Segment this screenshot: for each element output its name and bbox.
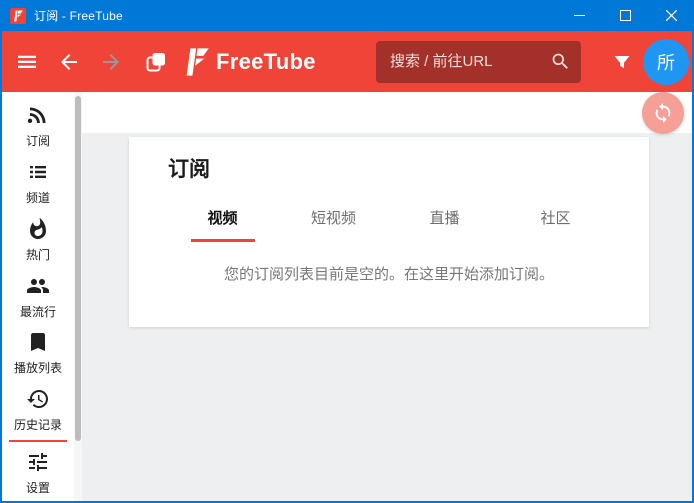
titlebar: 订阅 - FreeTube bbox=[0, 0, 694, 31]
logo-wordmark: FreeTube bbox=[216, 49, 316, 75]
sidebar-item-most-popular[interactable]: 最流行 bbox=[2, 268, 74, 325]
profile-avatar-label: 所 bbox=[657, 49, 675, 75]
profile-avatar[interactable]: 所 bbox=[643, 39, 689, 85]
forward-button-disabled[interactable] bbox=[97, 48, 125, 76]
sidebar: 订阅 频道 热门 bbox=[2, 92, 82, 501]
tab-videos[interactable]: 视频 bbox=[167, 205, 278, 242]
freetube-logo-icon bbox=[13, 10, 23, 22]
sidebar-item-channels[interactable]: 频道 bbox=[2, 155, 74, 212]
arrow-forward-icon bbox=[99, 50, 123, 74]
history-clock-icon bbox=[26, 387, 50, 411]
app-icon bbox=[10, 8, 26, 24]
search-icon[interactable] bbox=[550, 51, 571, 72]
sidebar-item-history[interactable]: 历史记录 bbox=[2, 382, 74, 439]
freetube-flag-icon bbox=[184, 47, 209, 77]
minimize-button[interactable] bbox=[556, 0, 602, 31]
sidebar-item-label: 频道 bbox=[26, 189, 50, 206]
maximize-icon bbox=[620, 10, 631, 21]
arrow-back-icon bbox=[57, 50, 81, 74]
sidebar-item-settings[interactable]: 设置 bbox=[2, 444, 74, 501]
sidebar-item-playlists[interactable]: 播放列表 bbox=[2, 325, 74, 382]
subscriptions-card: 订阅 视频 短视频 直播 bbox=[129, 137, 649, 327]
settings-sliders-icon bbox=[26, 450, 50, 474]
sidebar-item-label: 历史记录 bbox=[14, 416, 62, 433]
channel-list-icon bbox=[26, 160, 50, 184]
empty-state-message: 您的订阅列表目前是空的。在这里开始添加订阅。 bbox=[129, 263, 649, 284]
sidebar-item-subscriptions[interactable]: 订阅 bbox=[2, 98, 74, 155]
active-tab-underline bbox=[191, 239, 255, 242]
freetube-logo[interactable]: FreeTube bbox=[184, 47, 316, 77]
search-bar bbox=[376, 41, 581, 83]
rss-icon bbox=[26, 103, 50, 127]
page-title: 订阅 bbox=[168, 153, 649, 183]
content-area: 订阅 视频 短视频 直播 bbox=[82, 92, 692, 501]
minimize-icon bbox=[574, 10, 585, 21]
refresh-subscriptions-button[interactable] bbox=[642, 92, 684, 134]
back-button[interactable] bbox=[55, 48, 83, 76]
close-icon bbox=[666, 10, 677, 21]
sidebar-scrollbar[interactable] bbox=[74, 92, 82, 501]
fire-icon bbox=[26, 217, 50, 241]
search-filter-button[interactable] bbox=[608, 48, 636, 76]
sidebar-item-trending[interactable]: 热门 bbox=[2, 211, 74, 268]
freetube-window: 订阅 - FreeTube bbox=[0, 0, 694, 503]
tab-label: 直播 bbox=[429, 210, 459, 227]
sidebar-divider bbox=[9, 440, 67, 442]
filter-funnel-icon bbox=[610, 50, 634, 74]
tab-label: 视频 bbox=[207, 210, 237, 227]
sidebar-scrollbar-thumb[interactable] bbox=[75, 96, 81, 441]
window-title: 订阅 - FreeTube bbox=[34, 7, 123, 24]
sidebar-item-label: 热门 bbox=[26, 246, 50, 263]
tab-live[interactable]: 直播 bbox=[389, 205, 500, 242]
close-button[interactable] bbox=[648, 0, 694, 31]
people-icon bbox=[26, 274, 50, 298]
bookmark-icon bbox=[26, 330, 50, 354]
maximize-button[interactable] bbox=[602, 0, 648, 31]
sidebar-item-label: 最流行 bbox=[20, 303, 56, 320]
refresh-icon bbox=[652, 102, 674, 124]
tab-shorts[interactable]: 短视频 bbox=[278, 205, 389, 242]
new-window-icon bbox=[144, 50, 168, 74]
sidebar-item-label: 订阅 bbox=[26, 132, 50, 149]
subscription-tabs: 视频 短视频 直播 社区 bbox=[167, 205, 611, 242]
new-window-button[interactable] bbox=[142, 48, 170, 76]
content-top-strip bbox=[82, 92, 692, 133]
tab-label: 社区 bbox=[540, 210, 570, 227]
tab-label: 短视频 bbox=[311, 210, 356, 227]
top-nav-bar: FreeTube 所 bbox=[2, 31, 692, 92]
hamburger-icon bbox=[15, 50, 39, 74]
sidebar-item-label: 播放列表 bbox=[14, 359, 62, 376]
hamburger-menu-button[interactable] bbox=[13, 48, 41, 76]
sidebar-item-label: 设置 bbox=[26, 479, 50, 496]
tab-community[interactable]: 社区 bbox=[500, 205, 611, 242]
